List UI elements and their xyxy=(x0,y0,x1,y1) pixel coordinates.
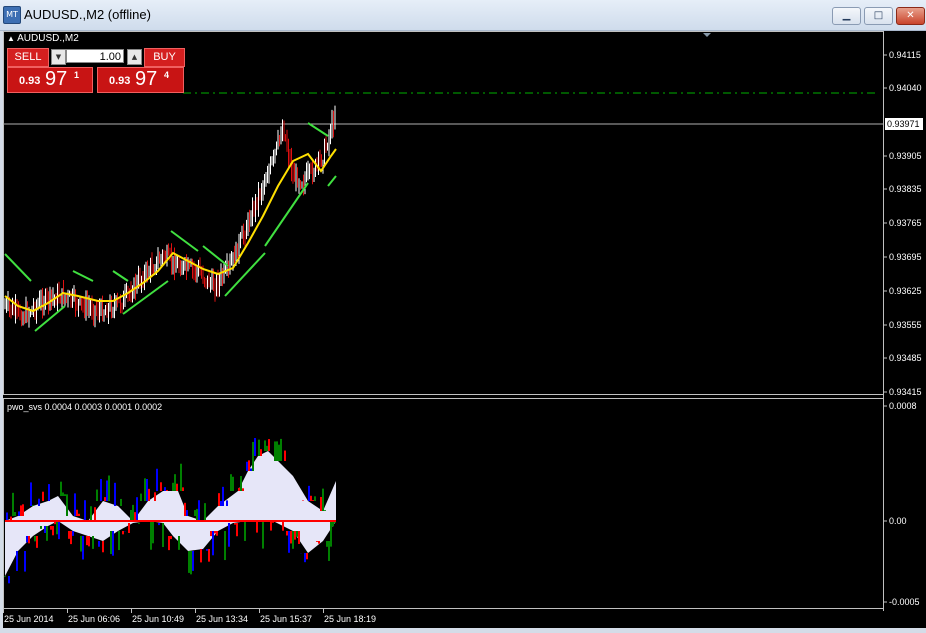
price-tick-label: 0.93415 xyxy=(889,387,922,397)
lot-decrease-button[interactable]: ▼ xyxy=(51,49,66,65)
sell-price-prefix: 0.93 xyxy=(19,75,41,87)
status-strip xyxy=(0,628,926,633)
sell-button[interactable]: SELL xyxy=(7,48,49,67)
shift-marker-icon[interactable] xyxy=(703,33,711,37)
band-segment xyxy=(327,175,337,187)
minimize-button[interactable]: ▁ xyxy=(832,7,861,25)
current-price-label: 0.93971 xyxy=(887,119,920,129)
price-tick-label: 0.93765 xyxy=(889,218,922,228)
close-button[interactable]: ✕ xyxy=(896,7,925,25)
indicator-tick-label: 0.00 xyxy=(889,516,907,526)
time-tick-label: 25 Jun 13:34 xyxy=(196,614,248,624)
price-tick-label: 0.93695 xyxy=(889,252,922,262)
sell-price-button[interactable]: 0.93 97 1 xyxy=(7,67,93,93)
price-tick-label: 0.93835 xyxy=(889,184,922,194)
time-tick-label: 25 Jun 10:49 xyxy=(132,614,184,624)
price-tick-label: 0.93555 xyxy=(889,320,922,330)
buy-price-button[interactable]: 0.93 97 4 xyxy=(97,67,184,93)
indicator-negative-area xyxy=(5,521,336,576)
moving-average-line xyxy=(4,148,337,313)
time-tick-label: 25 Jun 2014 xyxy=(4,614,54,624)
moving-average xyxy=(4,148,337,313)
band-segment xyxy=(170,230,199,252)
lot-increase-button[interactable]: ▲ xyxy=(127,49,142,65)
price-tick-label: 0.93625 xyxy=(889,286,922,296)
band-segment xyxy=(72,270,94,282)
price-tick-label: 0.93905 xyxy=(889,151,922,161)
lot-size-input[interactable]: 1.00 xyxy=(66,49,124,63)
sell-price-big: 97 xyxy=(45,68,68,90)
chart-canvas[interactable]: 0.94115 0.94040 0.93905 0.93835 0.93765 0.936… xyxy=(3,31,926,630)
indicator-positive-area xyxy=(5,451,336,521)
buy-price-sup: 4 xyxy=(164,70,170,80)
title-bar: MT AUDUSD.,M2 (offline) ▁ □ ✕ xyxy=(0,0,926,31)
indicator-panel-frame xyxy=(3,398,884,609)
indicator-tick-label: 0.0008 xyxy=(889,401,917,411)
band-segment xyxy=(4,253,32,282)
price-axis: 0.94115 0.94040 0.93905 0.93835 0.93765 0.936… xyxy=(883,50,922,397)
app-icon: MT xyxy=(3,6,21,24)
price-tick-label: 0.93485 xyxy=(889,353,922,363)
maximize-button[interactable]: □ xyxy=(864,7,893,25)
band-segment xyxy=(112,270,129,282)
buy-price-prefix: 0.93 xyxy=(109,75,131,87)
band-segment xyxy=(202,245,229,267)
indicator-histogram xyxy=(4,438,336,584)
time-tick-label: 25 Jun 06:06 xyxy=(68,614,120,624)
window-title: AUDUSD.,M2 (offline) xyxy=(24,7,151,22)
time-tick-label: 25 Jun 15:37 xyxy=(260,614,312,624)
time-tick-label: 25 Jun 18:19 xyxy=(324,614,376,624)
buy-button[interactable]: BUY xyxy=(144,48,185,67)
indicator-label: pwo_svs 0.0004 0.0003 0.0001 0.0002 xyxy=(7,402,162,412)
symbol-text: AUDUSD.,M2 xyxy=(17,33,79,44)
sell-price-sup: 1 xyxy=(74,70,80,80)
price-tick-label: 0.94040 xyxy=(889,83,922,93)
price-tick-label: 0.94115 xyxy=(889,50,921,60)
band-segment xyxy=(264,182,309,247)
symbol-label: ▲ AUDUSD.,M2 xyxy=(7,33,79,44)
one-click-trading-panel: SELL ▼ 1.00 ▲ BUY 0.93 97 1 0.93 97 4 xyxy=(7,47,185,94)
indicator-axis: 0.0008 0.00 -0.0005 xyxy=(883,401,920,607)
buy-price-big: 97 xyxy=(135,68,158,90)
chart-area[interactable]: 0.94115 0.94040 0.93905 0.93835 0.93765 0.936… xyxy=(3,31,926,630)
band-segment xyxy=(307,122,329,137)
time-axis: 25 Jun 2014 25 Jun 06:06 25 Jun 10:49 25 Ju… xyxy=(3,609,376,624)
indicator-tick-label: -0.0005 xyxy=(889,597,920,607)
collapse-arrow-icon[interactable]: ▲ xyxy=(7,34,17,43)
